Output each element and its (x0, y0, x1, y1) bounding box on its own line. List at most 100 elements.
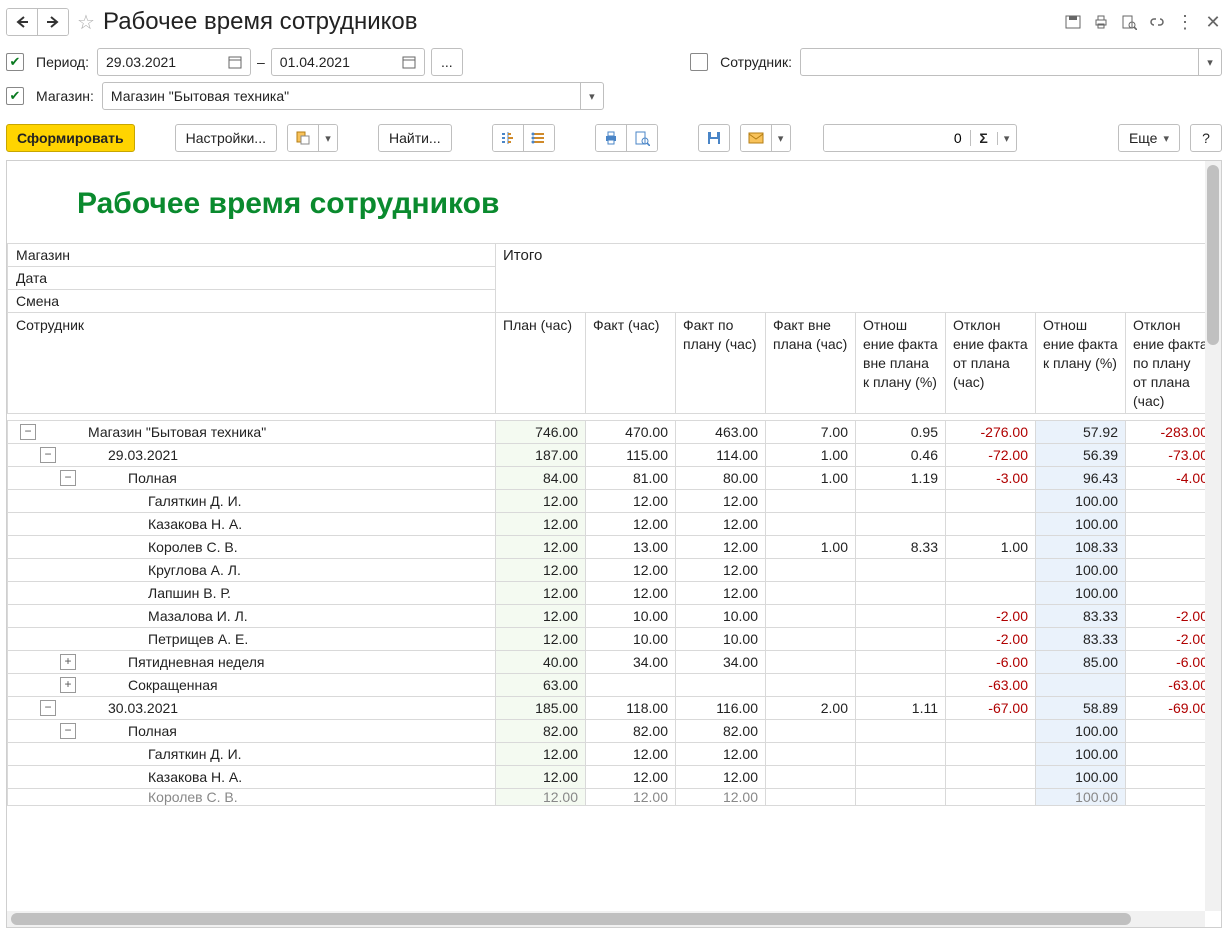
table-cell[interactable]: -2.00 (946, 628, 1036, 651)
expand-icon[interactable]: + (60, 654, 76, 670)
table-cell[interactable] (1126, 559, 1206, 582)
table-cell[interactable]: 12.00 (586, 559, 676, 582)
table-cell[interactable] (766, 490, 856, 513)
table-cell[interactable] (766, 766, 856, 789)
table-cell[interactable] (946, 513, 1036, 536)
table-cell[interactable]: 12.00 (676, 513, 766, 536)
table-cell[interactable]: 10.00 (676, 628, 766, 651)
collapse-icon[interactable]: − (40, 447, 56, 463)
table-cell[interactable]: 2.00 (766, 697, 856, 720)
table-cell[interactable]: 10.00 (586, 628, 676, 651)
table-cell[interactable] (766, 605, 856, 628)
table-cell[interactable] (766, 674, 856, 697)
row-label[interactable]: −Полная (8, 467, 496, 490)
save-layout-icon[interactable] (1064, 13, 1082, 31)
vertical-scrollbar[interactable] (1205, 161, 1221, 911)
table-cell[interactable] (946, 490, 1036, 513)
table-cell[interactable]: 100.00 (1036, 582, 1126, 605)
run-report-button[interactable]: Сформировать (6, 124, 135, 152)
table-cell[interactable]: 115.00 (586, 444, 676, 467)
table-cell[interactable]: 0.46 (856, 444, 946, 467)
table-cell[interactable]: 10.00 (676, 605, 766, 628)
table-cell[interactable]: -3.00 (946, 467, 1036, 490)
collapse-icon[interactable]: − (60, 470, 76, 486)
table-cell[interactable] (946, 789, 1036, 806)
expand-all-button[interactable] (493, 125, 523, 151)
nav-back-button[interactable] (7, 9, 37, 35)
table-cell[interactable]: 1.11 (856, 697, 946, 720)
table-cell[interactable] (766, 720, 856, 743)
table-cell[interactable]: 96.43 (1036, 467, 1126, 490)
settings-button[interactable]: Настройки... (175, 124, 277, 152)
table-cell[interactable] (766, 789, 856, 806)
table-cell[interactable]: 108.33 (1036, 536, 1126, 559)
table-cell[interactable]: 12.00 (496, 490, 586, 513)
collapse-icon[interactable]: − (60, 723, 76, 739)
table-cell[interactable]: 12.00 (496, 536, 586, 559)
table-cell[interactable]: 82.00 (676, 720, 766, 743)
table-cell[interactable] (676, 674, 766, 697)
variants-button[interactable] (288, 125, 318, 151)
period-select-button[interactable]: ... (431, 48, 463, 76)
summary-input[interactable] (824, 125, 970, 151)
employee-filter-checkbox[interactable] (690, 53, 712, 71)
table-cell[interactable]: 84.00 (496, 467, 586, 490)
table-cell[interactable]: 12.00 (496, 766, 586, 789)
table-cell[interactable] (856, 628, 946, 651)
table-cell[interactable] (766, 513, 856, 536)
table-cell[interactable]: 40.00 (496, 651, 586, 674)
table-cell[interactable]: 12.00 (496, 513, 586, 536)
table-cell[interactable]: 100.00 (1036, 720, 1126, 743)
table-cell[interactable] (856, 559, 946, 582)
table-cell[interactable]: 12.00 (676, 490, 766, 513)
table-cell[interactable]: 80.00 (676, 467, 766, 490)
row-label[interactable]: Казакова Н. А. (8, 766, 496, 789)
table-cell[interactable] (946, 582, 1036, 605)
row-label[interactable]: Галяткин Д. И. (8, 490, 496, 513)
row-label[interactable]: Галяткин Д. И. (8, 743, 496, 766)
table-cell[interactable]: 1.00 (766, 467, 856, 490)
table-cell[interactable]: 470.00 (586, 421, 676, 444)
collapse-all-button[interactable] (523, 125, 554, 151)
table-cell[interactable]: 12.00 (586, 789, 676, 806)
table-cell[interactable]: 34.00 (586, 651, 676, 674)
help-button[interactable]: ? (1190, 124, 1222, 152)
table-cell[interactable]: 12.00 (676, 789, 766, 806)
table-cell[interactable]: 12.00 (586, 743, 676, 766)
table-cell[interactable] (856, 490, 946, 513)
table-cell[interactable] (1126, 582, 1206, 605)
table-cell[interactable]: 57.92 (1036, 421, 1126, 444)
row-label[interactable]: Лапшин В. Р. (8, 582, 496, 605)
preview-icon[interactable] (1120, 13, 1138, 31)
row-label[interactable]: Казакова Н. А. (8, 513, 496, 536)
table-cell[interactable]: 746.00 (496, 421, 586, 444)
table-cell[interactable]: 100.00 (1036, 743, 1126, 766)
table-cell[interactable]: -2.00 (946, 605, 1036, 628)
link-icon[interactable] (1148, 13, 1166, 31)
table-cell[interactable]: 12.00 (676, 582, 766, 605)
table-cell[interactable]: 1.00 (766, 536, 856, 559)
table-cell[interactable] (946, 720, 1036, 743)
horizontal-scrollbar[interactable] (7, 911, 1205, 927)
chevron-down-icon[interactable]: ▾ (1198, 49, 1221, 75)
table-cell[interactable]: 1.00 (766, 444, 856, 467)
table-cell[interactable]: 185.00 (496, 697, 586, 720)
table-cell[interactable] (946, 559, 1036, 582)
table-cell[interactable] (856, 605, 946, 628)
table-cell[interactable]: -276.00 (946, 421, 1036, 444)
print-button[interactable] (596, 125, 626, 151)
store-combo[interactable]: Магазин "Бытовая техника" ▾ (102, 82, 604, 110)
row-label[interactable]: −Полная (8, 720, 496, 743)
table-cell[interactable]: -2.00 (1126, 605, 1206, 628)
table-cell[interactable] (766, 582, 856, 605)
table-cell[interactable]: -2.00 (1126, 628, 1206, 651)
table-cell[interactable]: -69.00 (1126, 697, 1206, 720)
table-cell[interactable]: 12.00 (496, 789, 586, 806)
table-cell[interactable] (766, 559, 856, 582)
table-cell[interactable]: 12.00 (496, 582, 586, 605)
row-label[interactable]: Королев С. В. (8, 536, 496, 559)
table-cell[interactable]: 12.00 (676, 559, 766, 582)
table-cell[interactable] (1126, 720, 1206, 743)
table-cell[interactable]: 12.00 (496, 605, 586, 628)
table-cell[interactable] (1126, 513, 1206, 536)
